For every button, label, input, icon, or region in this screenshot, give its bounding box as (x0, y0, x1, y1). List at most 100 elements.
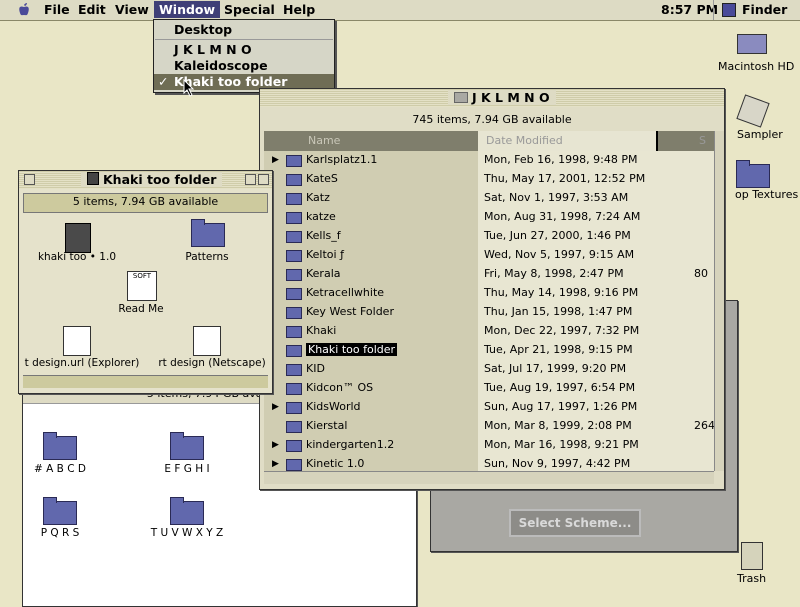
menu-separator (155, 39, 333, 40)
horizontal-scrollbar[interactable] (264, 471, 714, 484)
table-row[interactable]: ▶ Karlsplatz1.1 Mon, Feb 16, 1998, 9:48 PM (264, 151, 714, 170)
folder-icon[interactable] (170, 497, 204, 525)
table-row[interactable]: Katz Sat, Nov 1, 1997, 3:53 AM (264, 189, 714, 208)
app-menu-finder[interactable]: Finder (740, 2, 789, 17)
table-row[interactable]: Khaki too folder Tue, Apr 21, 1998, 9:15 … (264, 341, 714, 360)
desktop-label-textures[interactable]: op Textures (735, 188, 799, 201)
table-row[interactable]: KID Sat, Jul 17, 1999, 9:20 PM (264, 360, 714, 379)
window-title: J K L M N O (448, 90, 556, 105)
application-icon[interactable] (65, 223, 91, 253)
folder-label[interactable]: T U V W X Y Z (135, 527, 239, 539)
row-date: Tue, Apr 21, 1998, 9:15 PM (484, 343, 633, 356)
table-row[interactable]: ▶ KidsWorld Sun, Aug 17, 1997, 1:26 PM (264, 398, 714, 417)
folder-icon (286, 364, 302, 376)
menu-help[interactable]: Help (281, 2, 317, 17)
folder-icon[interactable] (191, 219, 225, 247)
table-row[interactable]: ▶ kindergarten1.2 Mon, Mar 16, 1998, 9:21 … (264, 436, 714, 455)
row-name[interactable]: Kierstal (306, 419, 347, 432)
row-name[interactable]: Katz (306, 191, 330, 204)
close-box[interactable] (24, 174, 35, 185)
folder-icon[interactable] (43, 432, 77, 460)
table-row[interactable]: ▶ Kinetic 1.0 Sun, Nov 9, 1997, 4:42 PM (264, 455, 714, 471)
readme-document-icon[interactable]: SOFT (127, 271, 157, 301)
row-name[interactable]: Key West Folder (306, 305, 394, 318)
column-header-date[interactable]: Date Modified (486, 134, 563, 147)
icon-label[interactable]: khaki too • 1.0 (27, 251, 127, 263)
table-row[interactable]: katze Mon, Aug 31, 1998, 7:24 AM (264, 208, 714, 227)
row-name[interactable]: KateS (306, 172, 338, 185)
table-row[interactable]: Key West Folder Thu, Jan 15, 1998, 1:47 P… (264, 303, 714, 322)
row-name[interactable]: kindergarten1.2 (306, 438, 394, 451)
folder-icon (286, 383, 302, 395)
menu-view[interactable]: View (113, 2, 151, 17)
row-date: Fri, May 8, 1998, 2:47 PM (484, 267, 624, 280)
disclosure-triangle-icon[interactable]: ▶ (272, 155, 279, 165)
folder-icon[interactable] (43, 497, 77, 525)
hard-disk-icon[interactable] (737, 34, 767, 54)
icon-label[interactable]: t design.url (Explorer) (19, 357, 145, 369)
row-name[interactable]: katze (306, 210, 336, 223)
folder-icon (286, 288, 302, 300)
window-title-text: J K L M N O (472, 90, 550, 105)
menu-file[interactable]: File (42, 2, 72, 17)
row-name[interactable]: Kidcon™ OS (306, 381, 373, 394)
row-date: Sun, Aug 17, 1997, 1:26 PM (484, 400, 638, 413)
desktop-label-sampler[interactable]: Sampler (737, 128, 783, 141)
folder-label[interactable]: # A B C D (23, 463, 97, 475)
row-date: Thu, Jan 15, 1998, 1:47 PM (484, 305, 633, 318)
icon-label[interactable]: Patterns (167, 251, 247, 263)
row-date: Sat, Jul 17, 1999, 9:20 PM (484, 362, 627, 375)
row-name[interactable]: Kinetic 1.0 (306, 457, 364, 470)
sampler-icon[interactable] (736, 94, 770, 128)
vertical-scrollbar[interactable] (714, 131, 724, 471)
menu-item-desktop[interactable]: Desktop (174, 22, 232, 37)
row-name[interactable]: Karlsplatz1.1 (306, 153, 377, 166)
column-header-size[interactable]: S (699, 134, 706, 147)
folder-label[interactable]: E F G H I (147, 463, 227, 475)
netscape-doc-icon[interactable] (193, 326, 221, 356)
disclosure-triangle-icon[interactable]: ▶ (272, 402, 279, 412)
menu-item-jklmno[interactable]: J K L M N O (174, 42, 252, 57)
menu-special[interactable]: Special (222, 2, 277, 17)
row-name[interactable]: Kells_f (306, 229, 341, 242)
internet-explorer-doc-icon[interactable] (63, 326, 91, 356)
desktop-label-macintosh-hd[interactable]: Macintosh HD (718, 60, 795, 73)
row-name[interactable]: Kerala (306, 267, 341, 280)
row-date: Mon, Mar 16, 1998, 9:21 PM (484, 438, 639, 451)
collapse-box[interactable] (258, 174, 269, 185)
row-name[interactable]: Khaki (306, 324, 336, 337)
desktop-label-trash[interactable]: Trash (737, 572, 767, 585)
finder-icon[interactable] (722, 3, 736, 17)
icon-label[interactable]: rt design (Netscape) (153, 357, 271, 369)
folder-icon[interactable] (170, 432, 204, 460)
row-name[interactable]: Khaki too folder (306, 343, 398, 356)
column-header-name[interactable]: Name (308, 134, 340, 147)
menu-clock[interactable]: 8:57 PM (659, 2, 720, 17)
table-row[interactable]: Kells_f Tue, Jun 27, 2000, 1:46 PM (264, 227, 714, 246)
folder-icon (286, 307, 302, 319)
folder-label[interactable]: P Q R S (23, 527, 97, 539)
zoom-box[interactable] (245, 174, 256, 185)
folder-icon[interactable] (736, 160, 770, 188)
row-name[interactable]: Keltoi ƒ (306, 248, 344, 261)
disclosure-triangle-icon[interactable]: ▶ (272, 440, 279, 450)
apple-menu-icon[interactable] (16, 2, 32, 19)
row-name[interactable]: Ketracellwhite (306, 286, 384, 299)
table-row[interactable]: Kerala Fri, May 8, 1998, 2:47 PM 80 (264, 265, 714, 284)
row-name[interactable]: KidsWorld (306, 400, 361, 413)
folder-icon (286, 440, 302, 452)
table-row[interactable]: Khaki Mon, Dec 22, 1997, 7:32 PM (264, 322, 714, 341)
table-row[interactable]: Kierstal Mon, Mar 8, 1999, 2:08 PM 264 (264, 417, 714, 436)
select-scheme-button[interactable]: Select Scheme... (509, 509, 641, 537)
icon-label[interactable]: Read Me (101, 303, 181, 315)
table-row[interactable]: Kidcon™ OS Tue, Aug 19, 1997, 6:54 PM (264, 379, 714, 398)
menu-window[interactable]: Window (154, 1, 221, 18)
trash-icon[interactable] (741, 542, 763, 570)
table-row[interactable]: Ketracellwhite Thu, May 14, 1998, 9:16 PM (264, 284, 714, 303)
menu-edit[interactable]: Edit (76, 2, 108, 17)
table-row[interactable]: KateS Thu, May 17, 2001, 12:52 PM (264, 170, 714, 189)
row-name[interactable]: KID (306, 362, 325, 375)
disclosure-triangle-icon[interactable]: ▶ (272, 459, 279, 469)
table-row[interactable]: Keltoi ƒ Wed, Nov 5, 1997, 9:15 AM (264, 246, 714, 265)
window-proxy-icon[interactable] (87, 172, 99, 185)
